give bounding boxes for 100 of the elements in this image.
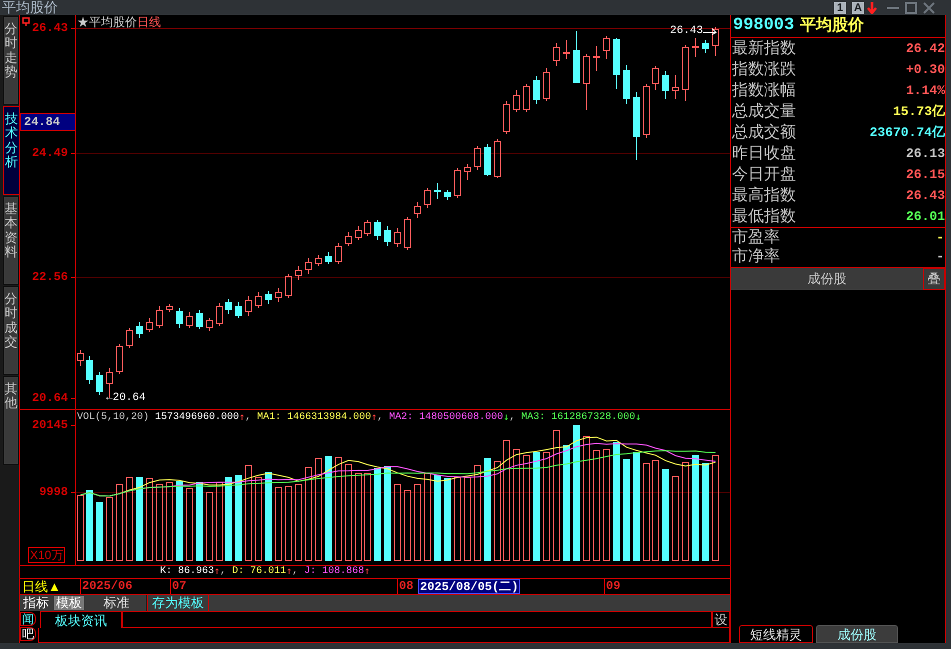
field-value: 26.01: [906, 208, 945, 224]
field-label: 昨日收盘: [732, 144, 796, 162]
candlestick: [414, 202, 421, 218]
indicator-reading: 1573496960.000: [155, 412, 240, 424]
candlestick: [573, 30, 580, 84]
section-title: 成份股: [806, 270, 848, 288]
trend-arrow: ↑: [371, 412, 378, 424]
candlestick: [384, 226, 391, 246]
template-tab[interactable]: 指标: [21, 596, 51, 610]
volume-bar: [106, 497, 113, 561]
stock-name: 平均股价: [800, 16, 864, 36]
date-label: 07: [172, 579, 186, 593]
candlestick: [404, 216, 411, 250]
candlestick: [513, 90, 520, 112]
settings-button[interactable]: 设: [712, 611, 730, 628]
candlestick: [613, 38, 620, 90]
field-value: -: [936, 249, 944, 266]
candlestick: [672, 74, 679, 100]
trend-arrow: ↓: [503, 412, 510, 424]
field-value: 26.42: [906, 40, 945, 56]
candlestick: [345, 232, 352, 246]
candlestick: [474, 146, 481, 170]
indicator-reading: , J: 108.868: [292, 567, 364, 577]
panel-tab[interactable]: 板块资讯: [40, 611, 122, 628]
axis-label: 24.49: [32, 146, 68, 160]
leader-arrow: [703, 27, 717, 35]
panel-tab[interactable]: 短线精灵: [739, 625, 813, 643]
candlestick: [146, 318, 153, 332]
axis-label: 9998: [39, 485, 68, 499]
candlestick: [583, 54, 590, 110]
volume-bar: [77, 495, 84, 561]
trend-arrow: ↑: [286, 567, 292, 577]
side-tab[interactable]: 吧: [20, 627, 36, 641]
candlestick: [136, 322, 143, 338]
indicator-reading: , MA2: 1480500608.000: [377, 412, 504, 424]
candlestick: [563, 40, 570, 60]
overlay-button[interactable]: 叠: [923, 268, 945, 290]
period-label: 日线▲: [22, 579, 61, 594]
candlestick: [245, 296, 252, 316]
date-label: 2025/06: [82, 579, 132, 593]
indicator-reading: , MA1: 1466313984.000: [245, 412, 372, 424]
candlestick: [543, 68, 550, 102]
field-value: +0.30: [906, 62, 945, 78]
candlestick: [533, 76, 540, 104]
maximize-icon[interactable]: [905, 2, 917, 14]
field-value: 15.73亿: [892, 104, 945, 120]
trend-arrow: ↓: [635, 412, 642, 424]
date-label: 09: [606, 579, 620, 593]
field-label: 最低指数: [732, 208, 796, 226]
trend-arrow: ↑: [239, 412, 246, 424]
candlestick: [523, 84, 530, 112]
candlestick: [662, 70, 669, 100]
field-label: 总成交量: [732, 102, 796, 120]
field-value: 26.13: [906, 146, 945, 162]
candlestick: [553, 42, 560, 66]
template-tab[interactable]: 存为模板: [147, 595, 209, 611]
axis-label: 22.56: [32, 270, 68, 284]
side-tab[interactable]: 闻: [20, 612, 36, 626]
axis-label: 20.64: [32, 391, 68, 405]
candlestick: [86, 356, 93, 384]
candlestick: [712, 26, 719, 56]
toolbar-button[interactable]: 1: [834, 2, 846, 14]
field-label: 市净率: [732, 248, 780, 266]
candlestick: [305, 258, 312, 274]
side-tab[interactable]: 分时成交: [3, 286, 19, 375]
side-tab[interactable]: 技术分析: [3, 106, 19, 195]
toolbar-button[interactable]: A: [852, 2, 864, 14]
indicator-reading: , MA3: 1612867328.000: [509, 412, 636, 424]
candlestick: [603, 36, 610, 60]
field-label: 指数涨跌: [732, 60, 796, 78]
candlestick: [444, 190, 451, 200]
side-tab[interactable]: 分时走势: [3, 16, 19, 105]
field-label: 今日开盘: [732, 166, 796, 184]
candlestick: [255, 292, 262, 308]
candlestick: [166, 304, 173, 312]
axis-label: 26.43: [32, 21, 68, 35]
candlestick: [464, 164, 471, 180]
candlestick: [682, 44, 689, 102]
field-value: 26.43: [906, 188, 945, 204]
candlestick: [335, 242, 342, 264]
square-marker-icon: [22, 17, 30, 26]
close-icon[interactable]: [923, 2, 935, 14]
window-title: 平均股价: [1, 0, 58, 15]
panel-tab[interactable]: 成份股: [816, 625, 898, 643]
candlestick: [315, 254, 322, 266]
field-value: 23670.74亿: [870, 124, 945, 140]
field-label: 市盈率: [732, 228, 780, 247]
candlestick: [126, 328, 133, 348]
candlestick: [394, 228, 401, 248]
side-tab[interactable]: 其他: [3, 376, 19, 465]
candlestick: [156, 306, 163, 328]
side-tab[interactable]: 基本资料: [3, 196, 19, 285]
candlestick: [364, 220, 371, 236]
candlestick: [374, 220, 381, 240]
candlestick: [484, 144, 491, 176]
field-label: 最新指数: [732, 40, 796, 58]
high-price-label: 26.43: [670, 25, 704, 37]
template-tab[interactable]: 模板: [54, 596, 84, 610]
arrow-down-icon[interactable]: [867, 2, 877, 14]
candlestick: [424, 188, 431, 208]
